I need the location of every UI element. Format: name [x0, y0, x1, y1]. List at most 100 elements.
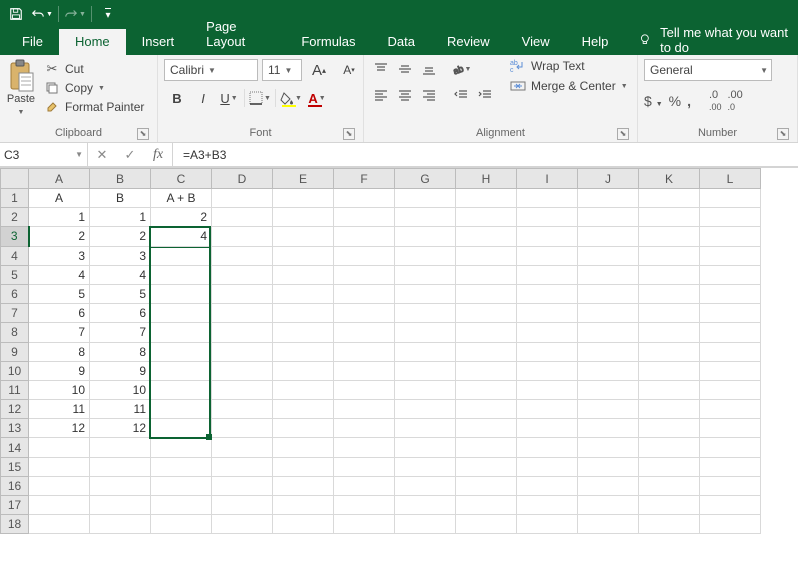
- cell-C16[interactable]: [151, 476, 212, 495]
- align-center-icon[interactable]: [394, 85, 416, 105]
- cell-E12[interactable]: [273, 400, 334, 419]
- col-header-L[interactable]: L: [700, 169, 761, 189]
- cell-J12[interactable]: [578, 400, 639, 419]
- col-header-K[interactable]: K: [639, 169, 700, 189]
- cell-I13[interactable]: [517, 419, 578, 438]
- font-color-button[interactable]: A▼: [304, 87, 330, 109]
- fx-icon[interactable]: fx: [144, 147, 172, 163]
- cell-I1[interactable]: [517, 189, 578, 208]
- enter-icon[interactable]: ✓: [116, 147, 144, 163]
- cell-H16[interactable]: [456, 476, 517, 495]
- row-header-10[interactable]: 10: [1, 361, 29, 380]
- cell-B9[interactable]: 8: [90, 342, 151, 361]
- cell-D4[interactable]: [212, 246, 273, 265]
- cell-G13[interactable]: [395, 419, 456, 438]
- cell-H2[interactable]: [456, 208, 517, 227]
- cell-C6[interactable]: [151, 284, 212, 303]
- cell-E18[interactable]: [273, 515, 334, 534]
- cell-B16[interactable]: [90, 476, 151, 495]
- cell-H14[interactable]: [456, 438, 517, 457]
- cell-L16[interactable]: [700, 476, 761, 495]
- cell-K12[interactable]: [639, 400, 700, 419]
- cell-F3[interactable]: [334, 227, 395, 246]
- row-header-14[interactable]: 14: [1, 438, 29, 457]
- cell-G5[interactable]: [395, 265, 456, 284]
- cell-I11[interactable]: [517, 380, 578, 399]
- align-top-icon[interactable]: [370, 59, 392, 79]
- cell-F4[interactable]: [334, 246, 395, 265]
- cell-G10[interactable]: [395, 361, 456, 380]
- cell-A4[interactable]: 3: [29, 246, 90, 265]
- cell-L11[interactable]: [700, 380, 761, 399]
- cut-button[interactable]: ✂Cut: [44, 61, 144, 77]
- cell-H1[interactable]: [456, 189, 517, 208]
- cell-I8[interactable]: [517, 323, 578, 342]
- cell-J1[interactable]: [578, 189, 639, 208]
- cell-A14[interactable]: [29, 438, 90, 457]
- cell-D16[interactable]: [212, 476, 273, 495]
- tab-help[interactable]: Help: [566, 29, 625, 55]
- save-icon[interactable]: [4, 2, 28, 26]
- cell-J11[interactable]: [578, 380, 639, 399]
- cell-F6[interactable]: [334, 284, 395, 303]
- cell-B6[interactable]: 5: [90, 284, 151, 303]
- cell-G18[interactable]: [395, 515, 456, 534]
- col-header-E[interactable]: E: [273, 169, 334, 189]
- cell-L15[interactable]: [700, 457, 761, 476]
- cell-L10[interactable]: [700, 361, 761, 380]
- cell-C3[interactable]: 4: [151, 227, 212, 246]
- cell-B2[interactable]: 1: [90, 208, 151, 227]
- cell-H18[interactable]: [456, 515, 517, 534]
- cell-E11[interactable]: [273, 380, 334, 399]
- cell-G16[interactable]: [395, 476, 456, 495]
- cell-B1[interactable]: B: [90, 189, 151, 208]
- col-header-H[interactable]: H: [456, 169, 517, 189]
- cell-D3[interactable]: [212, 227, 273, 246]
- cancel-icon[interactable]: ✕: [88, 147, 116, 163]
- cell-D15[interactable]: [212, 457, 273, 476]
- cell-D1[interactable]: [212, 189, 273, 208]
- cell-H9[interactable]: [456, 342, 517, 361]
- row-header-2[interactable]: 2: [1, 208, 29, 227]
- cell-F14[interactable]: [334, 438, 395, 457]
- row-header-5[interactable]: 5: [1, 265, 29, 284]
- tab-data[interactable]: Data: [372, 29, 431, 55]
- cell-L2[interactable]: [700, 208, 761, 227]
- cell-B17[interactable]: [90, 496, 151, 515]
- cell-A13[interactable]: 12: [29, 419, 90, 438]
- cell-B10[interactable]: 9: [90, 361, 151, 380]
- cell-H3[interactable]: [456, 227, 517, 246]
- cell-G6[interactable]: [395, 284, 456, 303]
- cell-C15[interactable]: [151, 457, 212, 476]
- row-header-18[interactable]: 18: [1, 515, 29, 534]
- cell-E8[interactable]: [273, 323, 334, 342]
- cell-F9[interactable]: [334, 342, 395, 361]
- cell-J9[interactable]: [578, 342, 639, 361]
- bold-button[interactable]: B: [164, 87, 190, 109]
- cell-C7[interactable]: [151, 304, 212, 323]
- cell-H8[interactable]: [456, 323, 517, 342]
- cell-B18[interactable]: [90, 515, 151, 534]
- cell-C4[interactable]: [151, 246, 212, 265]
- cell-K4[interactable]: [639, 246, 700, 265]
- row-header-8[interactable]: 8: [1, 323, 29, 342]
- cell-J6[interactable]: [578, 284, 639, 303]
- cell-A17[interactable]: [29, 496, 90, 515]
- cell-J7[interactable]: [578, 304, 639, 323]
- cell-K15[interactable]: [639, 457, 700, 476]
- cell-A2[interactable]: 1: [29, 208, 90, 227]
- accounting-format-button[interactable]: $ ▼: [644, 93, 663, 109]
- cell-E13[interactable]: [273, 419, 334, 438]
- cell-E15[interactable]: [273, 457, 334, 476]
- number-launcher-icon[interactable]: ⬊: [777, 128, 789, 140]
- col-header-I[interactable]: I: [517, 169, 578, 189]
- cell-J18[interactable]: [578, 515, 639, 534]
- col-header-F[interactable]: F: [334, 169, 395, 189]
- undo-icon[interactable]: ▼: [30, 2, 54, 26]
- cell-A16[interactable]: [29, 476, 90, 495]
- cell-K2[interactable]: [639, 208, 700, 227]
- col-header-J[interactable]: J: [578, 169, 639, 189]
- percent-button[interactable]: %: [669, 93, 681, 109]
- cell-F2[interactable]: [334, 208, 395, 227]
- format-painter-button[interactable]: Format Painter: [44, 99, 144, 115]
